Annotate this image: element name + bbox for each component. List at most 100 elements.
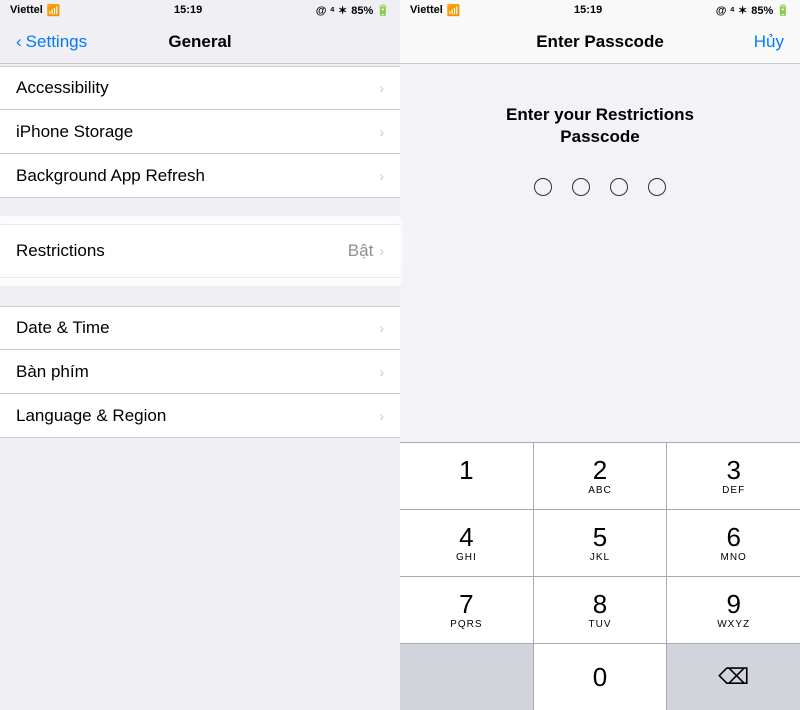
passcode-dots (534, 178, 666, 196)
key-2-letters: ABC (588, 485, 612, 496)
key-3-number: 3 (726, 457, 740, 483)
numpad-row-2: 4 GHI 5 JKL 6 MNO (400, 510, 800, 577)
key-5-letters: JKL (590, 552, 610, 563)
back-label: Settings (26, 32, 87, 52)
key-0[interactable]: 0 (534, 644, 668, 710)
dot-4 (648, 178, 666, 196)
key-8-letters: TUV (589, 619, 612, 630)
background-refresh-chevron: › (379, 168, 384, 184)
key-9-number: 9 (726, 591, 740, 617)
date-time-right: › (379, 320, 384, 336)
left-status-left: Viettel 📶 (10, 4, 61, 17)
numpad-row-1: 1 2 ABC 3 DEF (400, 443, 800, 510)
dot-2 (572, 178, 590, 196)
key-6-number: 6 (726, 524, 740, 550)
keyboard-label: Bàn phím (16, 362, 89, 382)
key-9[interactable]: 9 WXYZ (667, 577, 800, 643)
passcode-prompt: Enter your RestrictionsPasscode (506, 104, 694, 148)
cancel-button[interactable]: Hủy (754, 32, 784, 52)
background-refresh-right: › (379, 168, 384, 184)
key-2[interactable]: 2 ABC (534, 443, 668, 509)
language-row[interactable]: Language & Region › (0, 394, 400, 438)
language-label: Language & Region (16, 406, 166, 426)
right-status-bar: Viettel 📶 15:19 @ ⁴ ✶ 85% 🔋 (400, 0, 800, 20)
key-8[interactable]: 8 TUV (534, 577, 668, 643)
key-5[interactable]: 5 JKL (534, 510, 668, 576)
iphone-storage-row[interactable]: iPhone Storage › (0, 110, 400, 154)
passcode-area: Enter your RestrictionsPasscode (400, 64, 800, 442)
key-3[interactable]: 3 DEF (667, 443, 800, 509)
settings-section-bottom: Date & Time › Bàn phím › Language & Regi… (0, 306, 400, 438)
language-chevron: › (379, 408, 384, 424)
back-button[interactable]: ‹ Settings (16, 32, 87, 52)
date-time-chevron: › (379, 320, 384, 336)
key-8-number: 8 (593, 591, 607, 617)
key-6-letters: MNO (721, 552, 747, 563)
left-status-bar: Viettel 📶 15:19 @ ⁴ ✶ 85% 🔋 (0, 0, 400, 20)
left-time: 15:19 (174, 4, 202, 16)
key-1-letters (464, 485, 468, 496)
restrictions-label: Restrictions (16, 241, 105, 261)
restrictions-chevron: › (379, 243, 384, 259)
right-battery: 85% 🔋 (751, 4, 790, 17)
right-wifi-icon: 📶 (447, 4, 461, 17)
background-refresh-row[interactable]: Background App Refresh › (0, 154, 400, 198)
date-time-row[interactable]: Date & Time › (0, 306, 400, 350)
restrictions-value: Bật (348, 241, 374, 261)
settings-list: Accessibility › iPhone Storage › Backgro… (0, 64, 400, 710)
right-carrier: Viettel (410, 4, 443, 16)
restrictions-right: Bật › (348, 241, 384, 261)
left-panel: Viettel 📶 15:19 @ ⁴ ✶ 85% 🔋 ‹ Settings G… (0, 0, 400, 710)
numpad-row-3: 7 PQRS 8 TUV 9 WXYZ (400, 577, 800, 644)
key-5-number: 5 (593, 524, 607, 550)
key-3-letters: DEF (722, 485, 745, 496)
keyboard-row[interactable]: Bàn phím › (0, 350, 400, 394)
right-panel: Viettel 📶 15:19 @ ⁴ ✶ 85% 🔋 Enter Passco… (400, 0, 800, 710)
key-1[interactable]: 1 (400, 443, 534, 509)
accessibility-row[interactable]: Accessibility › (0, 66, 400, 110)
left-carrier: Viettel (10, 4, 43, 16)
keyboard-chevron: › (379, 364, 384, 380)
accessibility-right: › (379, 80, 384, 96)
settings-section-top: Accessibility › iPhone Storage › Backgro… (0, 66, 400, 198)
iphone-storage-right: › (379, 124, 384, 140)
key-4[interactable]: 4 GHI (400, 510, 534, 576)
language-right: › (379, 408, 384, 424)
right-status-right: @ ⁴ ✶ 85% 🔋 (716, 4, 790, 17)
left-status-right: @ ⁴ ✶ 85% 🔋 (316, 4, 390, 17)
key-2-number: 2 (593, 457, 607, 483)
key-backspace[interactable]: ⌫ (667, 644, 800, 710)
keyboard-right: › (379, 364, 384, 380)
left-status-icons: @ ⁴ ✶ (316, 4, 348, 17)
right-time: 15:19 (574, 4, 602, 16)
key-empty (400, 644, 534, 710)
restrictions-row[interactable]: Restrictions Bật › (0, 224, 400, 278)
right-nav-bar: Enter Passcode Hủy (400, 20, 800, 64)
key-0-number: 0 (593, 664, 607, 690)
numpad-row-4: 0 ⌫ (400, 644, 800, 710)
key-7-letters: PQRS (450, 619, 482, 630)
back-chevron-icon: ‹ (16, 32, 22, 52)
right-nav-title: Enter Passcode (536, 32, 664, 52)
key-1-number: 1 (459, 457, 473, 483)
accessibility-label: Accessibility (16, 78, 109, 98)
backspace-icon: ⌫ (718, 664, 749, 690)
right-status-icons: @ ⁴ ✶ (716, 4, 748, 17)
key-7-number: 7 (459, 591, 473, 617)
key-6[interactable]: 6 MNO (667, 510, 800, 576)
background-refresh-label: Background App Refresh (16, 166, 205, 186)
dot-3 (610, 178, 628, 196)
key-4-letters: GHI (456, 552, 477, 563)
left-nav-bar: ‹ Settings General (0, 20, 400, 64)
accessibility-chevron: › (379, 80, 384, 96)
right-status-left: Viettel 📶 (410, 4, 461, 17)
left-nav-title: General (168, 32, 231, 52)
key-9-letters: WXYZ (717, 619, 750, 630)
gap2 (0, 286, 400, 304)
left-battery: 85% 🔋 (351, 4, 390, 17)
left-wifi-icon: 📶 (47, 4, 61, 17)
key-7[interactable]: 7 PQRS (400, 577, 534, 643)
numpad: 1 2 ABC 3 DEF 4 GHI 5 JKL 6 (400, 442, 800, 710)
gap1 (0, 198, 400, 216)
iphone-storage-chevron: › (379, 124, 384, 140)
